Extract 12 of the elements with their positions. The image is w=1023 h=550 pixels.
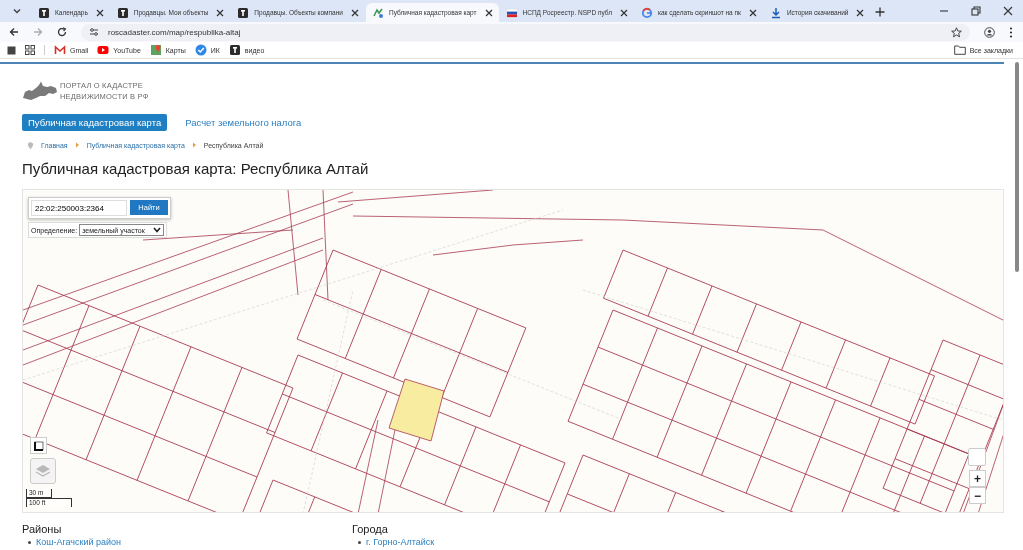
nav-tab[interactable]: Публичная кадастровая карта [22,114,168,131]
address-bar[interactable]: roscadaster.com/map/respublika-altaj [81,23,970,41]
list-link[interactable]: г. Горно-Алтайск [366,537,435,547]
nav-tab[interactable]: Расчет земельного налога [179,114,308,131]
url-text: roscadaster.com/map/respublika-altaj [108,27,242,37]
page-title: Публичная кадастровая карта: Республика Алтай [22,159,370,179]
zoom-out-button[interactable]: − [969,487,986,504]
section-heading: Города [352,522,389,536]
zoom-in-button[interactable]: + [969,470,986,487]
search-field[interactable]: 22:02:250003:2364 [31,200,127,216]
section-heading: Районы [22,522,63,536]
list-link[interactable]: Кош-Агачский район [36,537,122,547]
